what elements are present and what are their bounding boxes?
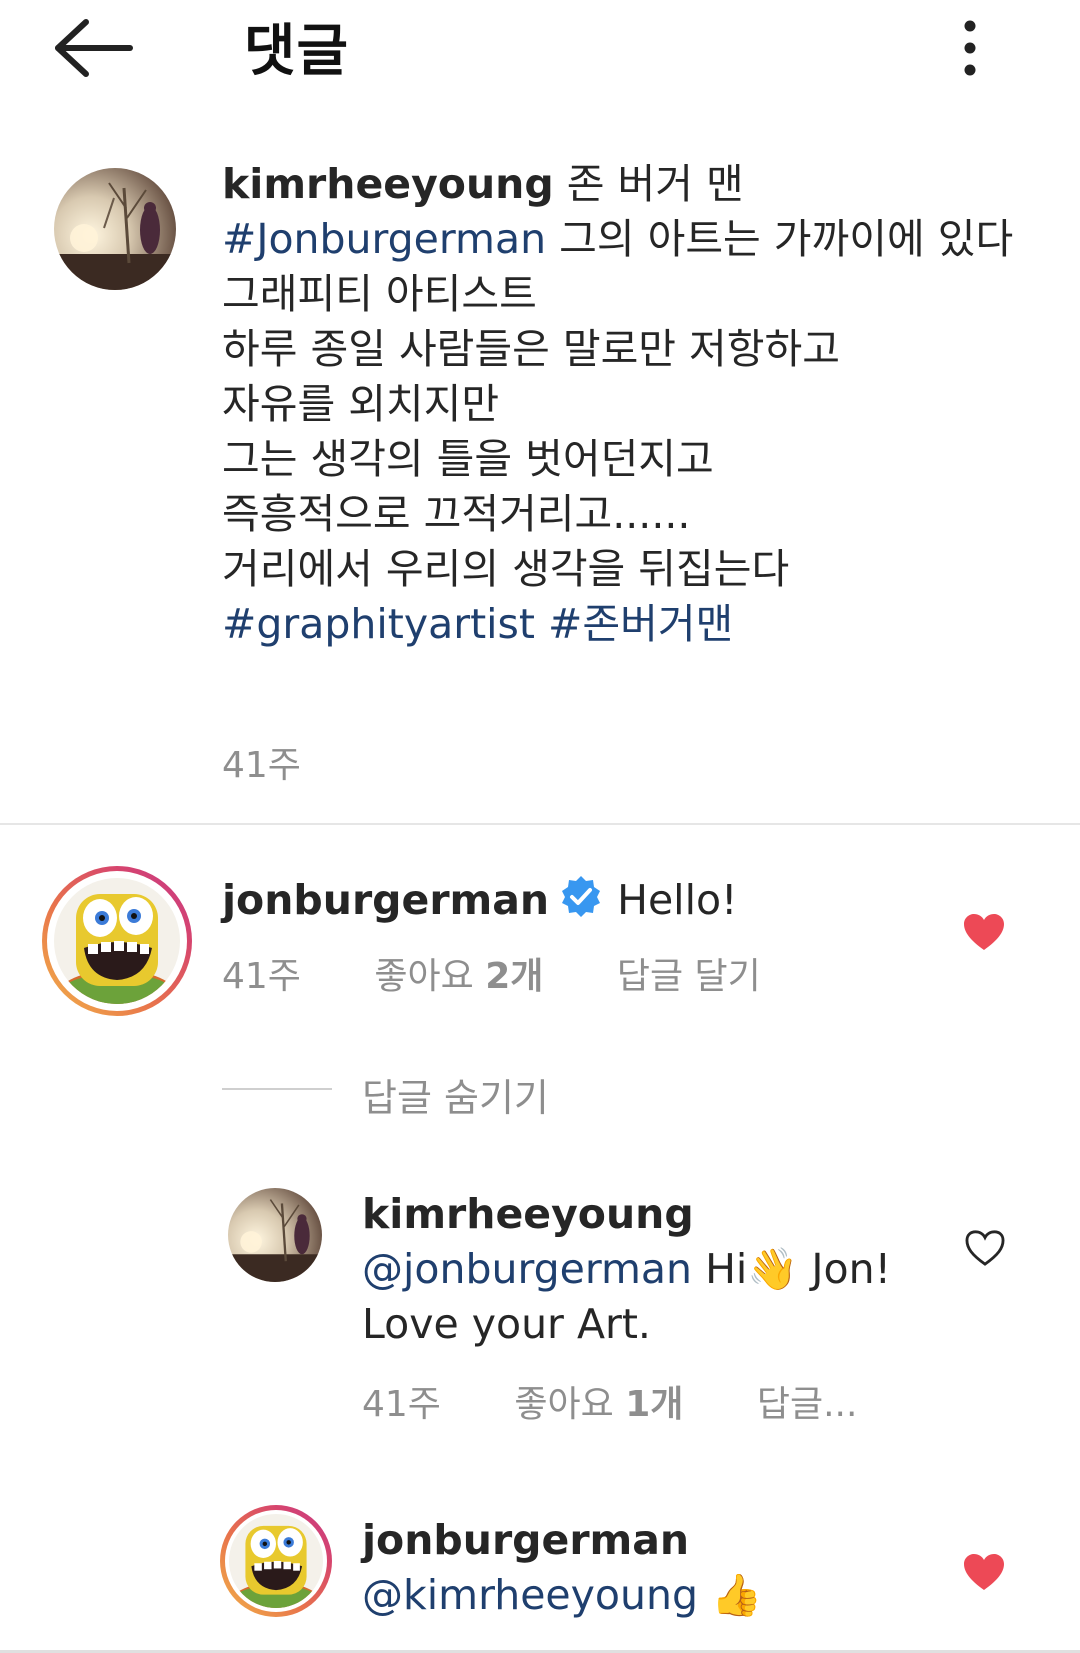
more-vertical-icon <box>964 20 976 76</box>
like-heart-outline-icon[interactable] <box>964 1229 1006 1271</box>
comment-likes[interactable]: 좋아요 2개 <box>374 956 543 997</box>
divider <box>0 823 1080 825</box>
comment-avatar-ring[interactable] <box>42 866 192 1016</box>
caption-username[interactable]: kimrheeyoung <box>222 160 554 208</box>
reply-button[interactable]: 답글 달기 <box>617 956 761 997</box>
arrow-left-icon <box>55 19 133 77</box>
verified-badge-icon <box>559 874 603 932</box>
reply2-avatar-ring[interactable] <box>220 1505 332 1617</box>
reply-meta: 41주 좋아요 1개 답글... <box>362 1384 858 1425</box>
mention-kimrheeyoung[interactable]: @kimrheeyoung <box>362 1571 698 1619</box>
reply2-text: jonburgerman @kimrheeyoung 👍 <box>362 1513 962 1623</box>
top-bar: 댓글 <box>0 0 1080 100</box>
hashtag-jonburgerman[interactable]: #Jonburgerman <box>222 215 546 263</box>
more-options-button[interactable] <box>950 12 990 82</box>
caption-avatar[interactable] <box>54 168 176 290</box>
back-button[interactable] <box>50 14 140 84</box>
comment-meta: 41주 좋아요 2개 답글 달기 <box>222 956 761 997</box>
waving-hand-emoji: 👋 <box>747 1245 799 1293</box>
reply-avatar[interactable] <box>228 1188 322 1282</box>
like-heart-filled-icon[interactable] <box>962 912 1006 956</box>
mention-jonburgerman[interactable]: @jonburgerman <box>362 1245 692 1293</box>
hashtag-zonburgerman[interactable]: #존버거맨 <box>548 600 733 648</box>
page-title: 댓글 <box>244 19 350 84</box>
comment-body: Hello! <box>617 876 738 924</box>
caption-timestamp: 41주 <box>222 745 301 786</box>
caption-text: kimrheeyoung 존 버거 맨 #Jonburgerman 그의 아트는… <box>222 160 1014 648</box>
reply-username[interactable]: kimrheeyoung <box>362 1190 694 1238</box>
comment-username[interactable]: jonburgerman <box>222 876 549 924</box>
comment-avatar <box>54 878 180 1004</box>
comment-text: jonburgerman Hello! <box>222 873 737 932</box>
hashtag-graphityartist[interactable]: #graphityartist <box>222 600 535 648</box>
like-heart-filled-icon[interactable] <box>962 1552 1006 1596</box>
hide-replies-button[interactable]: 답글 숨기기 <box>362 1067 549 1122</box>
replies-divider-line <box>222 1088 332 1090</box>
reply2-avatar <box>229 1514 323 1608</box>
thumbs-up-emoji: 👍 <box>711 1571 763 1619</box>
reply-reply-button[interactable]: 답글... <box>757 1384 858 1425</box>
reply-likes[interactable]: 좋아요 1개 <box>514 1384 683 1425</box>
reply2-username[interactable]: jonburgerman <box>362 1516 689 1564</box>
reply-text: kimrheeyoung @jonburgerman Hi👋 Jon! Love… <box>362 1190 892 1348</box>
